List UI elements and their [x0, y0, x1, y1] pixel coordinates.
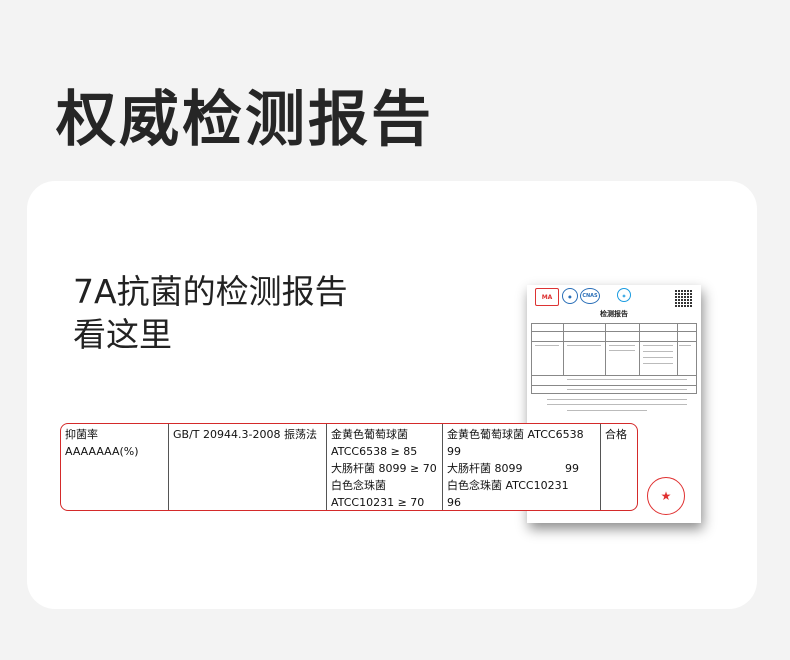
cell-line: AAAAAAA(%): [65, 445, 139, 458]
cell-line: ATCC6538 ≥ 85: [331, 445, 418, 458]
cell-line: 大肠杆菌 8099 ≥ 70: [331, 462, 437, 475]
report-rule: [639, 323, 640, 375]
report-text-line: [643, 351, 673, 352]
report-text-line: [643, 363, 673, 364]
report-text-line: [679, 345, 691, 346]
report-rule: [531, 323, 697, 324]
cnas-logo-icon: CNAS: [580, 288, 600, 304]
table-cell-method: GB/T 20944.3-2008 振荡法: [169, 424, 327, 510]
report-text-line: [547, 399, 687, 400]
intro-line-1: 7A抗菌的检测报告: [73, 272, 348, 311]
ilac-logo-icon: ◉: [617, 288, 631, 302]
report-title: 检测报告: [600, 310, 628, 318]
star-icon: ★: [647, 477, 685, 515]
cell-line: 白色念珠菌: [331, 479, 386, 492]
page-title: 权威检测报告: [56, 85, 434, 155]
report-header-logos: MA ● CNAS ◉: [535, 288, 693, 308]
report-text-line: [567, 379, 687, 380]
report-rule: [677, 323, 678, 375]
report-rule: [531, 375, 697, 376]
qr-code-icon: [675, 289, 693, 307]
report-text-line: [535, 345, 559, 346]
cell-line: 合格: [605, 428, 627, 441]
cell-text: 大肠杆菌 8099: [447, 462, 523, 475]
table-cell-verdict: 合格: [601, 424, 637, 510]
certification-seal-icon: ●: [562, 288, 578, 304]
cell-line: 96: [447, 496, 461, 509]
report-text-line: [643, 357, 673, 358]
report-rule: [563, 323, 564, 375]
cell-line: 99: [447, 445, 461, 458]
report-text-line: [609, 350, 635, 351]
cell-line: 抑菌率: [65, 428, 98, 441]
report-rule: [696, 323, 697, 393]
cell-value: 99: [565, 462, 579, 475]
report-text-line: [567, 389, 687, 390]
table-cell-item: 抑菌率 AAAAAAA(%): [61, 424, 169, 510]
report-rule: [531, 393, 697, 394]
result-table-strip: 抑菌率 AAAAAAA(%) GB/T 20944.3-2008 振荡法 金黄色…: [60, 423, 638, 511]
cell-line: 白色念珠菌 ATCC10231: [447, 479, 569, 492]
table-cell-requirement: 金黄色葡萄球菌 ATCC6538 ≥ 85 大肠杆菌 8099 ≥ 70 白色念…: [327, 424, 443, 510]
cell-line: 金黄色葡萄球菌: [331, 428, 408, 441]
cell-line: ATCC10231 ≥ 70: [331, 496, 425, 509]
cell-line: GB/T 20944.3-2008 振荡法: [173, 428, 317, 441]
intro-text: 7A抗菌的检测报告 看这里: [73, 270, 348, 356]
table-cell-result: 金黄色葡萄球菌 ATCC6538 99 大肠杆菌 8099 99 白色念珠菌 A…: [443, 424, 601, 510]
report-rule: [531, 341, 697, 342]
report-rule: [531, 331, 697, 332]
report-text-line: [609, 345, 635, 346]
report-rule: [531, 323, 532, 393]
ma-logo-icon: MA: [535, 288, 559, 306]
report-text-line: [643, 345, 673, 346]
report-text-line: [547, 404, 687, 405]
report-text-line: [567, 410, 647, 411]
report-rule: [531, 385, 697, 386]
cell-line: 金黄色葡萄球菌 ATCC6538: [447, 428, 584, 441]
report-rule: [605, 323, 606, 375]
cell-line: 大肠杆菌 8099 99: [447, 460, 596, 477]
report-text-line: [567, 345, 601, 346]
intro-line-2: 看这里: [73, 315, 172, 354]
